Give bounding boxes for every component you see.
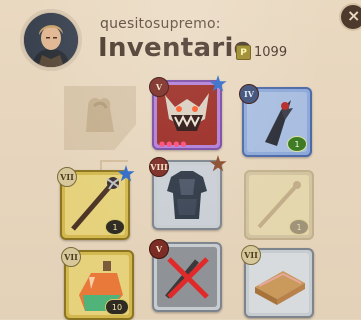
quantity-badge: 1 bbox=[287, 136, 307, 152]
character-portrait-icon bbox=[24, 13, 78, 67]
quantity-badge: 1 bbox=[289, 219, 309, 235]
weight-value: 1099 bbox=[254, 45, 288, 60]
avatar[interactable] bbox=[24, 13, 78, 67]
inventory-slot-sandwich[interactable]: VII bbox=[241, 245, 314, 318]
inventory-panel: quesitosupremo: Inventario P 1099 × V ●●… bbox=[0, 0, 361, 320]
close-button[interactable]: × bbox=[341, 5, 361, 29]
player-name: quesitosupremo: bbox=[100, 16, 221, 32]
quality-dots: ●●●● bbox=[159, 140, 188, 148]
bag-icon bbox=[86, 98, 114, 132]
inventory-slot-beast-helmet[interactable]: V ●●●● bbox=[149, 75, 227, 150]
inventory-slot-potion[interactable]: VII 10 bbox=[61, 247, 134, 320]
tier-badge: V bbox=[149, 77, 169, 97]
weight-icon: P bbox=[236, 45, 251, 60]
tier-badge: IV bbox=[239, 84, 259, 104]
page-title: Inventario bbox=[98, 33, 252, 63]
tier-badge: VIII bbox=[149, 157, 169, 177]
inventory-slot-faded-weapon[interactable]: 1 bbox=[244, 170, 314, 240]
tier-badge: VII bbox=[61, 247, 81, 267]
inventory-slot-spiked-staff[interactable]: VII 1 bbox=[57, 165, 135, 240]
inventory-slot-broken-item[interactable]: V bbox=[149, 239, 222, 312]
inventory-slot-dark-claw[interactable]: IV 1 bbox=[239, 84, 312, 157]
bag-slot[interactable] bbox=[64, 86, 136, 150]
inventory-slot-plate-armor[interactable]: VIII bbox=[149, 155, 227, 230]
avatar-frame[interactable] bbox=[20, 9, 82, 71]
tier-badge: VII bbox=[57, 167, 77, 187]
tier-badge: V bbox=[149, 239, 169, 259]
close-icon: × bbox=[347, 6, 361, 25]
quantity-badge: 1 bbox=[105, 219, 125, 235]
tier-badge: VII bbox=[241, 245, 261, 265]
quantity-badge: 10 bbox=[105, 299, 129, 315]
